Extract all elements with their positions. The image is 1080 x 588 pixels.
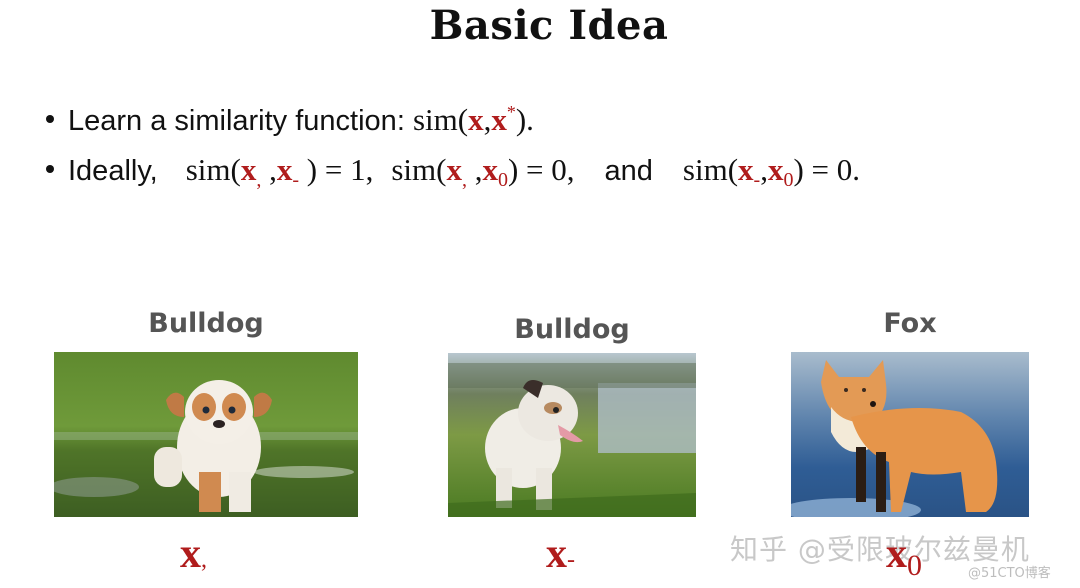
var-x-minus: x xyxy=(738,152,754,187)
star-superscript: * xyxy=(506,102,516,122)
bullet-ideal-similarities: Ideally, sim(x, ,x- ) = 1, sim(x, ,x0) = 0… xyxy=(46,152,860,192)
bulldog-puppy-image xyxy=(54,352,358,517)
var-x-anchor: x, xyxy=(180,530,207,578)
example-label-bulldog-2: Bulldog xyxy=(514,314,630,345)
51cto-watermark: @51CTO博客 xyxy=(968,566,1051,581)
var-x-star: x xyxy=(491,102,507,137)
fox-image xyxy=(791,352,1029,517)
bullet-dot xyxy=(46,165,54,174)
var-x-positive: x- xyxy=(546,530,575,578)
sim-func: sim( xyxy=(682,152,739,187)
bulldog-adult-image xyxy=(448,353,696,517)
equals-zero: ) = 0, xyxy=(507,152,575,187)
sim-func: sim( xyxy=(391,152,447,187)
bullet-similarity-function: Learn a similarity function: sim(x,x*). xyxy=(46,102,534,138)
var-subscript: , xyxy=(201,547,207,573)
equals-zero: ) = 0. xyxy=(793,152,861,187)
var-x: x xyxy=(468,102,484,137)
bullet-text: Ideally, xyxy=(68,155,158,187)
and-text: and xyxy=(604,155,653,187)
var-symbol: x xyxy=(886,531,907,577)
var-subscript: 0 xyxy=(907,549,922,582)
var-x-negative: x0 xyxy=(886,530,922,583)
close-paren: ). xyxy=(515,102,534,137)
subscript: 0 xyxy=(783,169,794,191)
slide-title: Basic Idea xyxy=(429,2,669,49)
var-subscript: - xyxy=(567,547,575,573)
example-label-fox: Fox xyxy=(883,308,937,339)
fox-illustration xyxy=(791,352,1029,517)
bulldog-adult-illustration xyxy=(448,353,696,517)
comma: , xyxy=(261,152,277,187)
var-x: x xyxy=(446,152,462,187)
var-x-zero: x xyxy=(482,152,498,187)
var-x-zero: x xyxy=(767,152,784,187)
equals-one: ) = 1, xyxy=(299,152,374,187)
bulldog-puppy-illustration xyxy=(54,352,358,517)
comma: , xyxy=(466,152,483,187)
bullet-dot xyxy=(46,115,54,124)
subscript: 0 xyxy=(497,169,508,191)
var-symbol: x xyxy=(180,531,201,577)
var-x: x xyxy=(240,152,257,187)
comma: , xyxy=(760,152,768,187)
example-label-bulldog-1: Bulldog xyxy=(148,308,264,339)
sim-func: sim( xyxy=(185,152,241,187)
var-symbol: x xyxy=(546,531,567,577)
sim-func: sim( xyxy=(412,102,469,137)
var-x-minus: x xyxy=(276,152,293,187)
bullet-text: Learn a similarity function: xyxy=(68,105,413,137)
